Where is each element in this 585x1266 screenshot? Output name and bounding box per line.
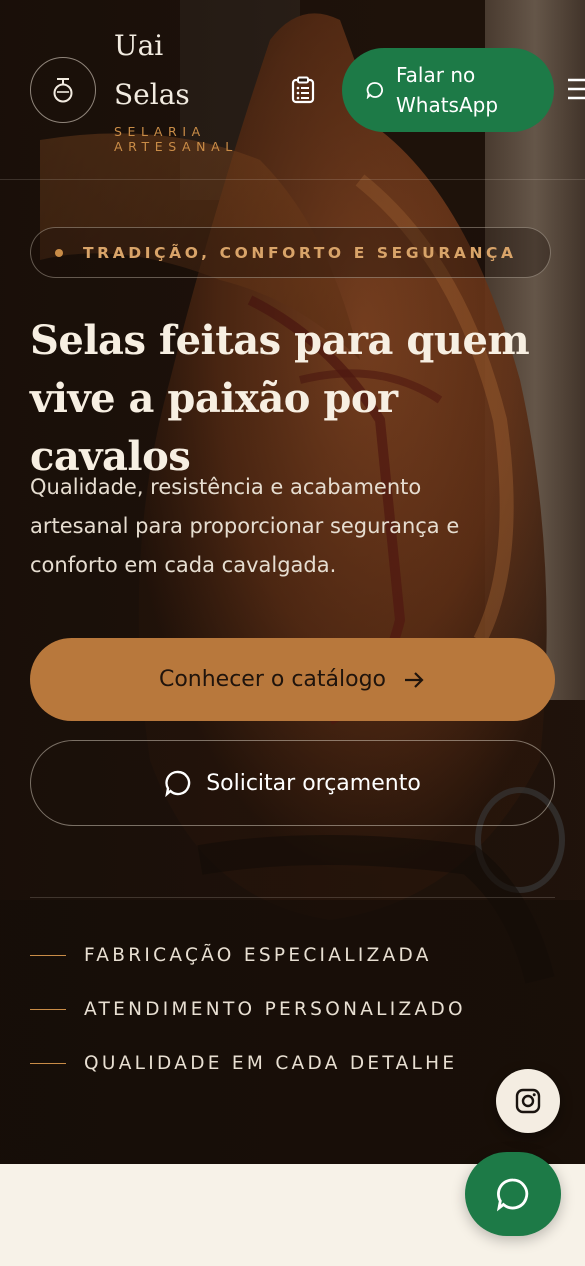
subtext-line1: Qualidade, resistência e acabamento xyxy=(30,475,422,499)
feature-label: ATENDIMENTO PERSONALIZADO xyxy=(84,999,466,1020)
arrow-right-icon xyxy=(405,671,424,688)
instagram-button[interactable] xyxy=(496,1069,560,1133)
catalog-button[interactable]: Conhecer o catálogo xyxy=(30,638,555,721)
instagram-icon xyxy=(515,1088,541,1114)
quote-button[interactable]: Solicitar orçamento xyxy=(30,740,555,826)
hero-subtext: Qualidade, resistência e acabamento arte… xyxy=(30,468,530,585)
brand-name-line2: Selas xyxy=(114,78,190,111)
header-divider xyxy=(0,179,585,180)
chat-bubble-icon xyxy=(165,770,191,797)
saddle-pommel-icon xyxy=(53,78,73,103)
subtext-line3: conforto em cada cavalgada. xyxy=(30,553,337,577)
feature-dash xyxy=(30,1062,66,1065)
whatsapp-floating-button[interactable] xyxy=(465,1152,561,1236)
features-divider xyxy=(30,897,555,898)
brand-tagline-line2: ARTESANAL xyxy=(114,139,238,154)
quote-button-label: Solicitar orçamento xyxy=(206,770,421,796)
headline-line1: Selas feitas para quem xyxy=(30,317,530,364)
badge-dot xyxy=(55,248,63,257)
feature-dash xyxy=(30,954,66,957)
hero-badge: TRADIÇÃO, CONFORTO E SEGURANÇA xyxy=(30,227,551,278)
feature-dash xyxy=(30,1008,66,1011)
hamburger-menu-icon[interactable] xyxy=(568,76,585,102)
clipboard-icon[interactable] xyxy=(288,75,318,105)
whatsapp-header-button[interactable]: Falar no WhatsApp xyxy=(342,48,554,132)
feature-label: FABRICAÇÃO ESPECIALIZADA xyxy=(84,945,432,966)
subtext-line2: artesanal para proporcionar segurança e xyxy=(30,514,460,538)
hero-headline: Selas feitas para quem vive a paixão por… xyxy=(30,312,570,486)
brand-name-line1: Uai xyxy=(114,29,164,62)
brand-tagline-line1: SELARIA xyxy=(114,124,206,139)
feature-item: FABRICAÇÃO ESPECIALIZADA xyxy=(30,945,432,966)
hero-section: Uai Selas SELARIA ARTESANAL Falar no Wha… xyxy=(0,0,585,1164)
feature-label: QUALIDADE EM CADA DETALHE xyxy=(84,1053,458,1074)
whatsapp-header-label: Falar no WhatsApp xyxy=(396,60,498,120)
chat-bubble-icon xyxy=(496,1178,529,1212)
logo-badge[interactable] xyxy=(30,57,96,123)
feature-item: ATENDIMENTO PERSONALIZADO xyxy=(30,999,466,1020)
catalog-button-label: Conhecer o catálogo xyxy=(158,667,387,692)
badge-text: TRADIÇÃO, CONFORTO E SEGURANÇA xyxy=(83,243,517,262)
chat-bubble-icon xyxy=(366,82,383,99)
whatsapp-label-line1: Falar no xyxy=(396,63,476,87)
whatsapp-label-line2: WhatsApp xyxy=(396,93,499,117)
feature-item: QUALIDADE EM CADA DETALHE xyxy=(30,1053,457,1074)
